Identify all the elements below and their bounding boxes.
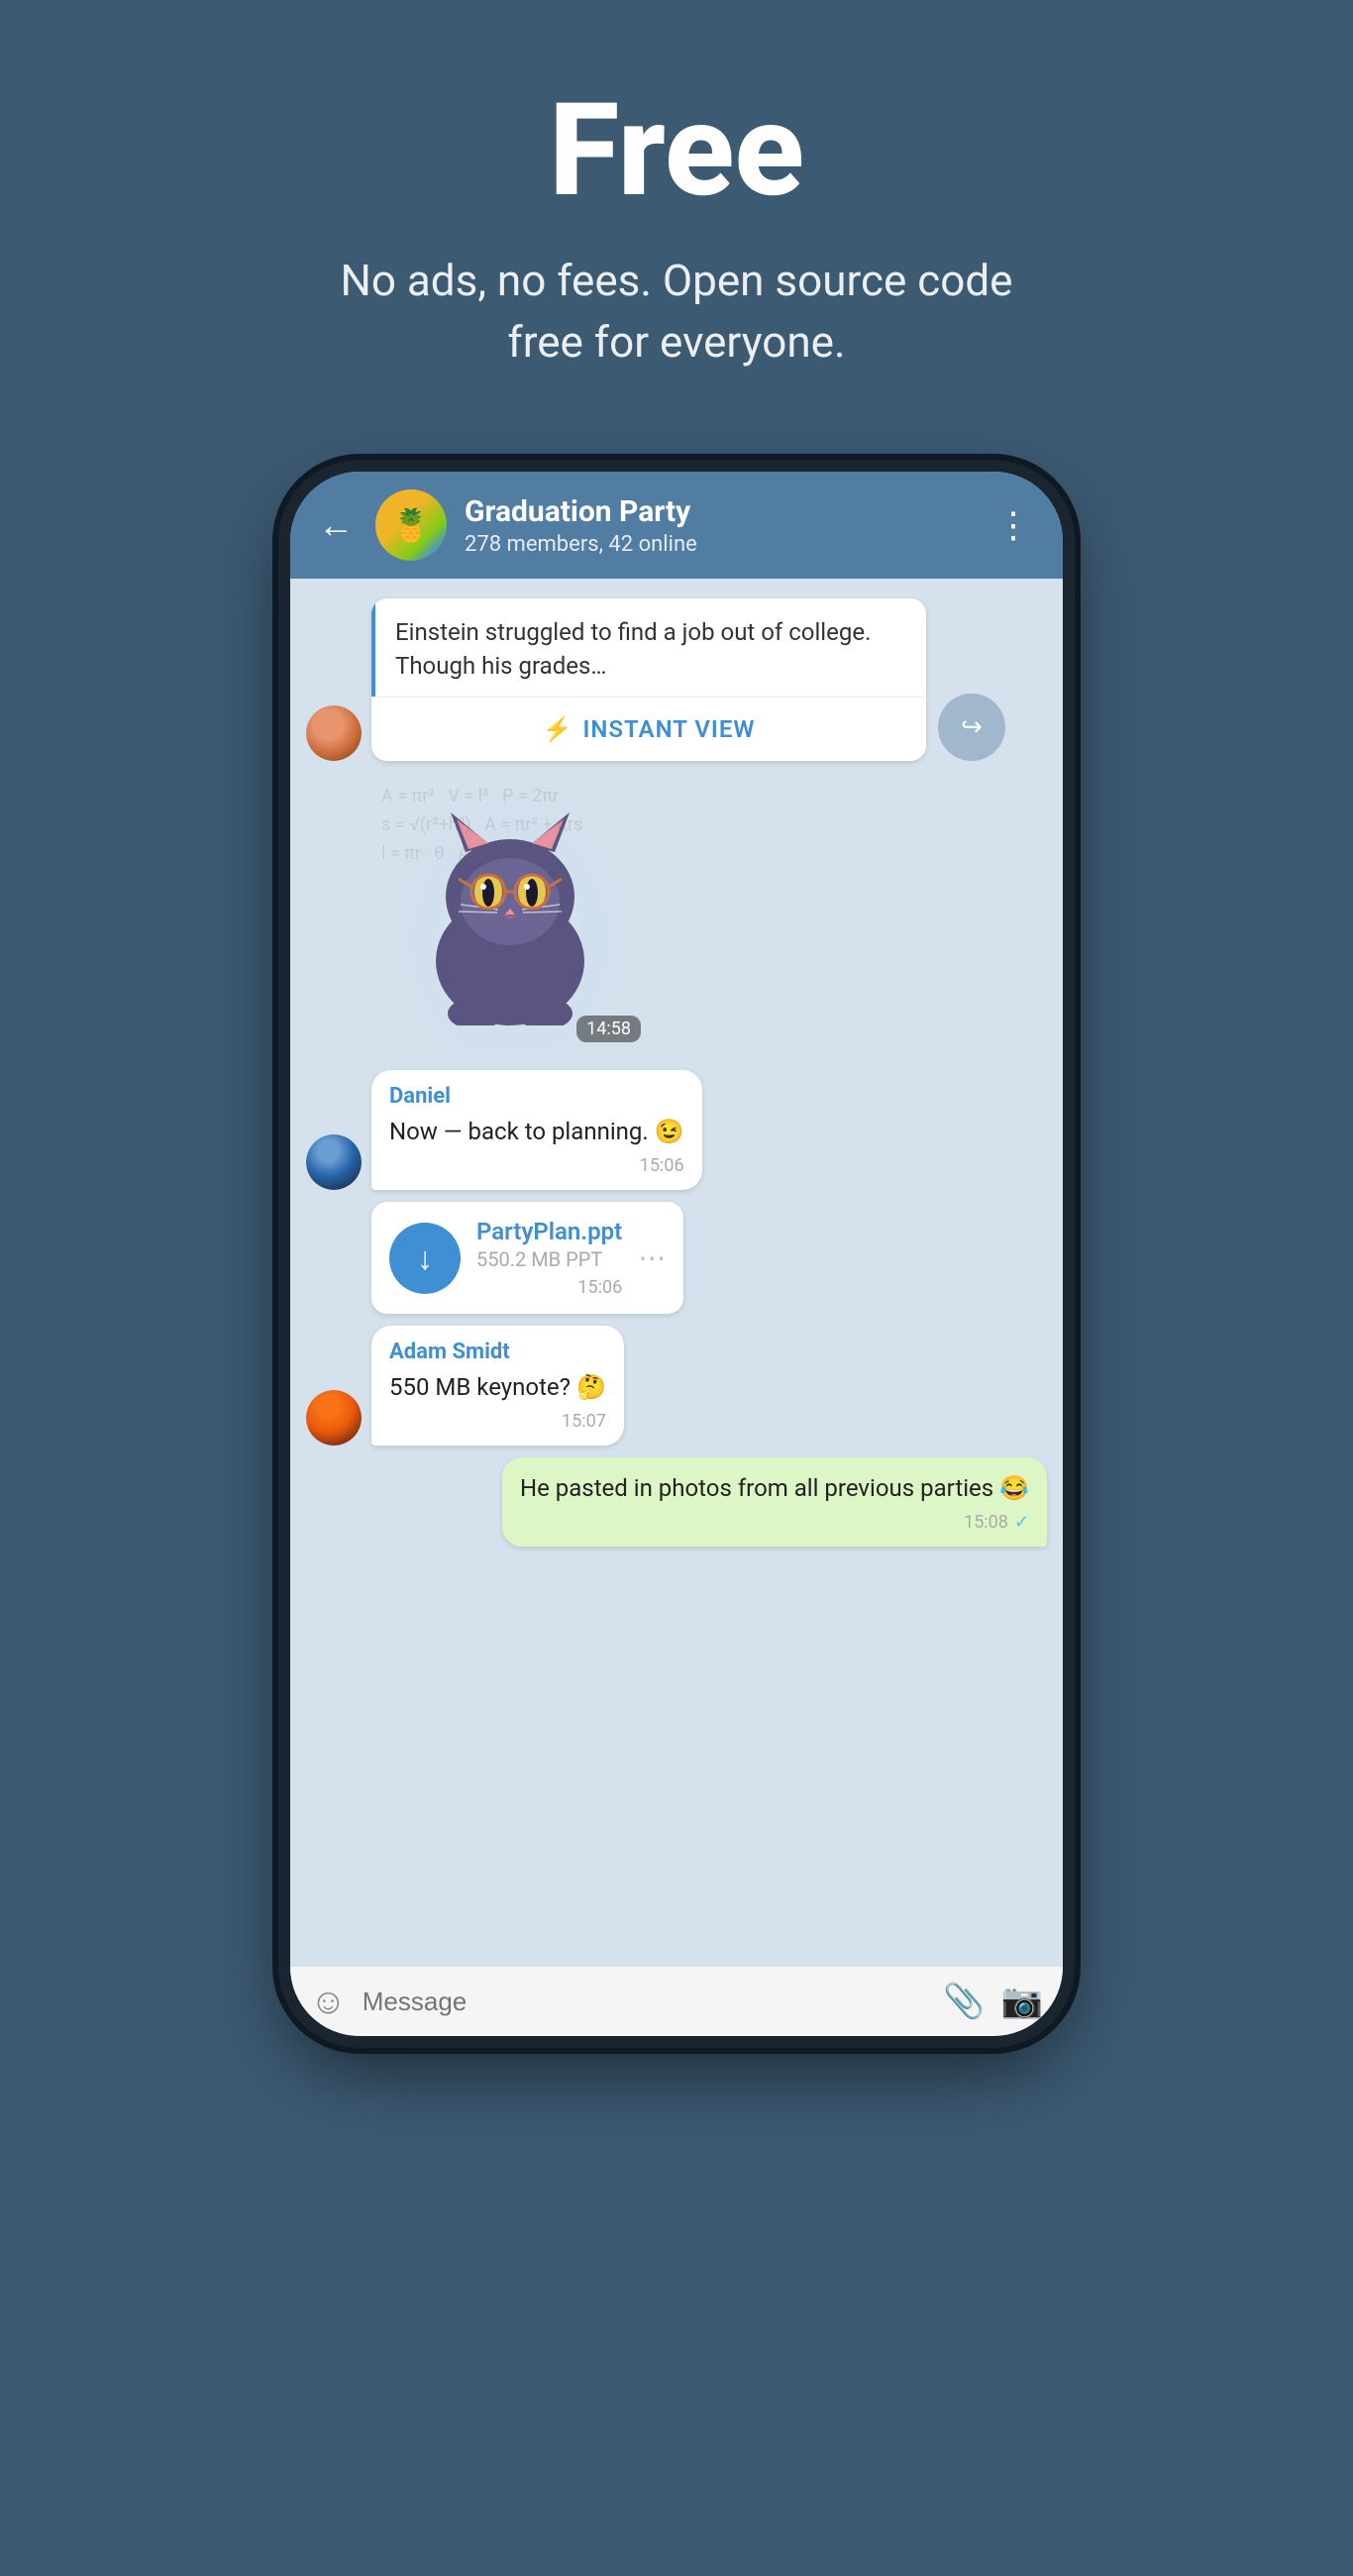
sender-avatar	[306, 1390, 362, 1446]
attach-button[interactable]: 📎	[943, 1982, 985, 2021]
message-bubble: Adam Smidt 550 MB keynote? 🤔 15:07	[371, 1326, 624, 1446]
message-bubble: Daniel Now — back to planning. 😉 15:06	[371, 1070, 702, 1190]
sender-avatar	[306, 705, 362, 761]
file-info: PartyPlan.ppt 550.2 MB PPT 15:06	[476, 1218, 622, 1298]
file-name: PartyPlan.ppt	[476, 1218, 622, 1245]
phone-wrapper: ← 🍍 Graduation Party 278 members, 42 onl…	[290, 472, 1063, 2036]
message-time: 15:07	[389, 1411, 606, 1432]
message-row: ↓ PartyPlan.ppt 550.2 MB PPT 15:06 ⋯	[371, 1202, 1047, 1314]
group-avatar: 🍍	[375, 489, 447, 561]
file-bubble: ↓ PartyPlan.ppt 550.2 MB PPT 15:06 ⋯	[371, 1202, 683, 1314]
math-background: A = πr² V = l³ P = 2πr s = √(r²+h²) A = …	[371, 773, 649, 1050]
sticker-image: A = πr² V = l³ P = 2πr s = √(r²+h²) A = …	[371, 773, 649, 1050]
sticker-time: 14:58	[576, 1016, 641, 1042]
message-row: Daniel Now — back to planning. 😉 15:06	[306, 1070, 1047, 1190]
emoji-button[interactable]: ☺	[310, 1981, 347, 2022]
message-input-bar: ☺ 📎 📷	[290, 1966, 1063, 2036]
article-bubble: Einstein struggled to find a job out of …	[371, 598, 926, 761]
message-row: He pasted in photos from all previous pa…	[306, 1457, 1047, 1547]
share-button[interactable]: ↪	[938, 694, 1005, 761]
download-icon: ↓	[417, 1239, 433, 1277]
file-size: 550.2 MB PPT	[476, 1247, 622, 1271]
camera-button[interactable]: 📷	[1001, 1982, 1043, 2021]
file-more-button[interactable]: ⋯	[638, 1241, 666, 1274]
main-subtitle: No ads, no fees. Open source code free f…	[330, 251, 1023, 373]
share-icon: ↪	[961, 712, 983, 742]
message-text: He pasted in photos from all previous pa…	[520, 1471, 1029, 1506]
instant-view-label: INSTANT VIEW	[582, 715, 755, 743]
message-row: Einstein struggled to find a job out of …	[306, 598, 1047, 761]
message-time: 15:06	[476, 1277, 622, 1298]
back-button[interactable]: ←	[314, 500, 358, 550]
message-time: 15:06	[389, 1155, 684, 1176]
chat-header: ← 🍍 Graduation Party 278 members, 42 onl…	[290, 472, 1063, 579]
main-title: Free	[330, 79, 1023, 221]
message-text: 550 MB keynote? 🤔	[389, 1370, 606, 1405]
chat-messages: Einstein struggled to find a job out of …	[290, 579, 1063, 1966]
read-check-icon: ✓	[1014, 1512, 1029, 1533]
message-text: Now — back to planning. 😉	[389, 1115, 684, 1149]
chat-name: Graduation Party	[465, 494, 970, 530]
message-row: Adam Smidt 550 MB keynote? 🤔 15:07	[306, 1326, 1047, 1446]
chat-info: Graduation Party 278 members, 42 online	[465, 494, 970, 557]
outgoing-bubble: He pasted in photos from all previous pa…	[502, 1457, 1047, 1547]
file-download-icon[interactable]: ↓	[389, 1223, 461, 1294]
phone-frame: ← 🍍 Graduation Party 278 members, 42 onl…	[290, 472, 1063, 2036]
sender-avatar	[306, 1134, 362, 1190]
message-time: 15:08 ✓	[520, 1512, 1029, 1533]
article-text: Einstein struggled to find a job out of …	[395, 616, 906, 683]
phone-screen: ← 🍍 Graduation Party 278 members, 42 onl…	[290, 472, 1063, 2036]
instant-view-button[interactable]: ⚡ INSTANT VIEW	[371, 697, 926, 761]
page-header: Free No ads, no fees. Open source code f…	[290, 0, 1063, 432]
sender-name: Daniel	[389, 1084, 684, 1109]
sticker-wrapper: A = πr² V = l³ P = 2πr s = √(r²+h²) A = …	[371, 773, 649, 1050]
lightning-icon: ⚡	[543, 715, 573, 743]
sender-name: Adam Smidt	[389, 1340, 606, 1364]
message-input[interactable]	[363, 1986, 928, 2017]
more-button[interactable]: ⋮	[988, 496, 1039, 554]
sticker-message-row: A = πr² V = l³ P = 2πr s = √(r²+h²) A = …	[306, 773, 1047, 1050]
chat-status: 278 members, 42 online	[465, 532, 970, 557]
